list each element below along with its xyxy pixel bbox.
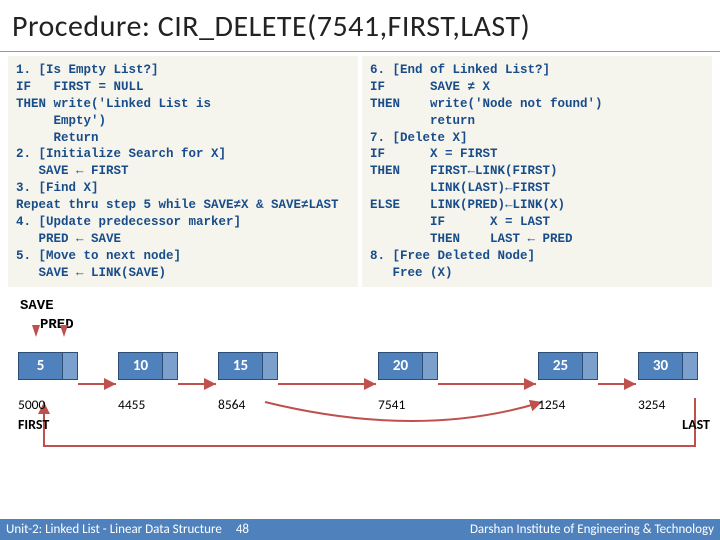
code-left: 1. [Is Empty List?] IF FIRST = NULL THEN… [8,56,358,287]
list-node: 15 [218,352,278,380]
last-label: LAST [682,416,710,433]
list-node: 30 [638,352,698,380]
node-address: 7541 [378,396,405,413]
footer: Unit-2: Linked List - Linear Data Struct… [0,519,720,540]
node-address: 8564 [218,396,245,413]
node-row: 5 10 15 20 25 30 [0,352,720,392]
code-columns: 1. [Is Empty List?] IF FIRST = NULL THEN… [0,52,720,287]
list-node: 5 [18,352,78,380]
page-title: Procedure: CIR_DELETE(7541,FIRST,LAST) [0,0,720,52]
pointer-labels: FIRST LAST [0,416,720,436]
node-pointer [162,353,177,379]
node-value: 30 [639,353,682,379]
pred-label: PRED [40,316,720,334]
node-value: 25 [539,353,582,379]
footer-right: Darshan Institute of Engineering & Techn… [470,522,714,537]
footer-left: Unit-2: Linked List - Linear Data Struct… [6,522,222,537]
node-value: 20 [379,353,422,379]
linked-list-diagram: 5 10 15 20 25 30 5000 4455 8564 7541 1254 3254 FIR… [0,352,720,436]
arrow-down-icon [32,325,40,337]
node-address: 5000 [18,396,45,413]
arrow-down-icon [60,325,68,337]
node-address: 1254 [538,396,565,413]
node-pointer [262,353,277,379]
first-label: FIRST [18,416,49,433]
variable-labels: SAVE PRED [0,287,720,333]
node-pointer [582,353,597,379]
list-node: 10 [118,352,178,380]
node-value: 10 [119,353,162,379]
node-pointer [422,353,437,379]
code-right: 6. [End of Linked List?] IF SAVE ≠ X THE… [362,56,712,287]
node-value: 15 [219,353,262,379]
list-node: 25 [538,352,598,380]
node-pointer [62,353,77,379]
footer-page: 48 [236,522,249,537]
list-node: 20 [378,352,438,380]
save-label: SAVE [20,297,720,315]
node-address: 3254 [638,396,665,413]
node-address: 4455 [118,396,145,413]
node-value: 5 [19,353,62,379]
address-row: 5000 4455 8564 7541 1254 3254 [0,396,720,416]
node-pointer [682,353,697,379]
